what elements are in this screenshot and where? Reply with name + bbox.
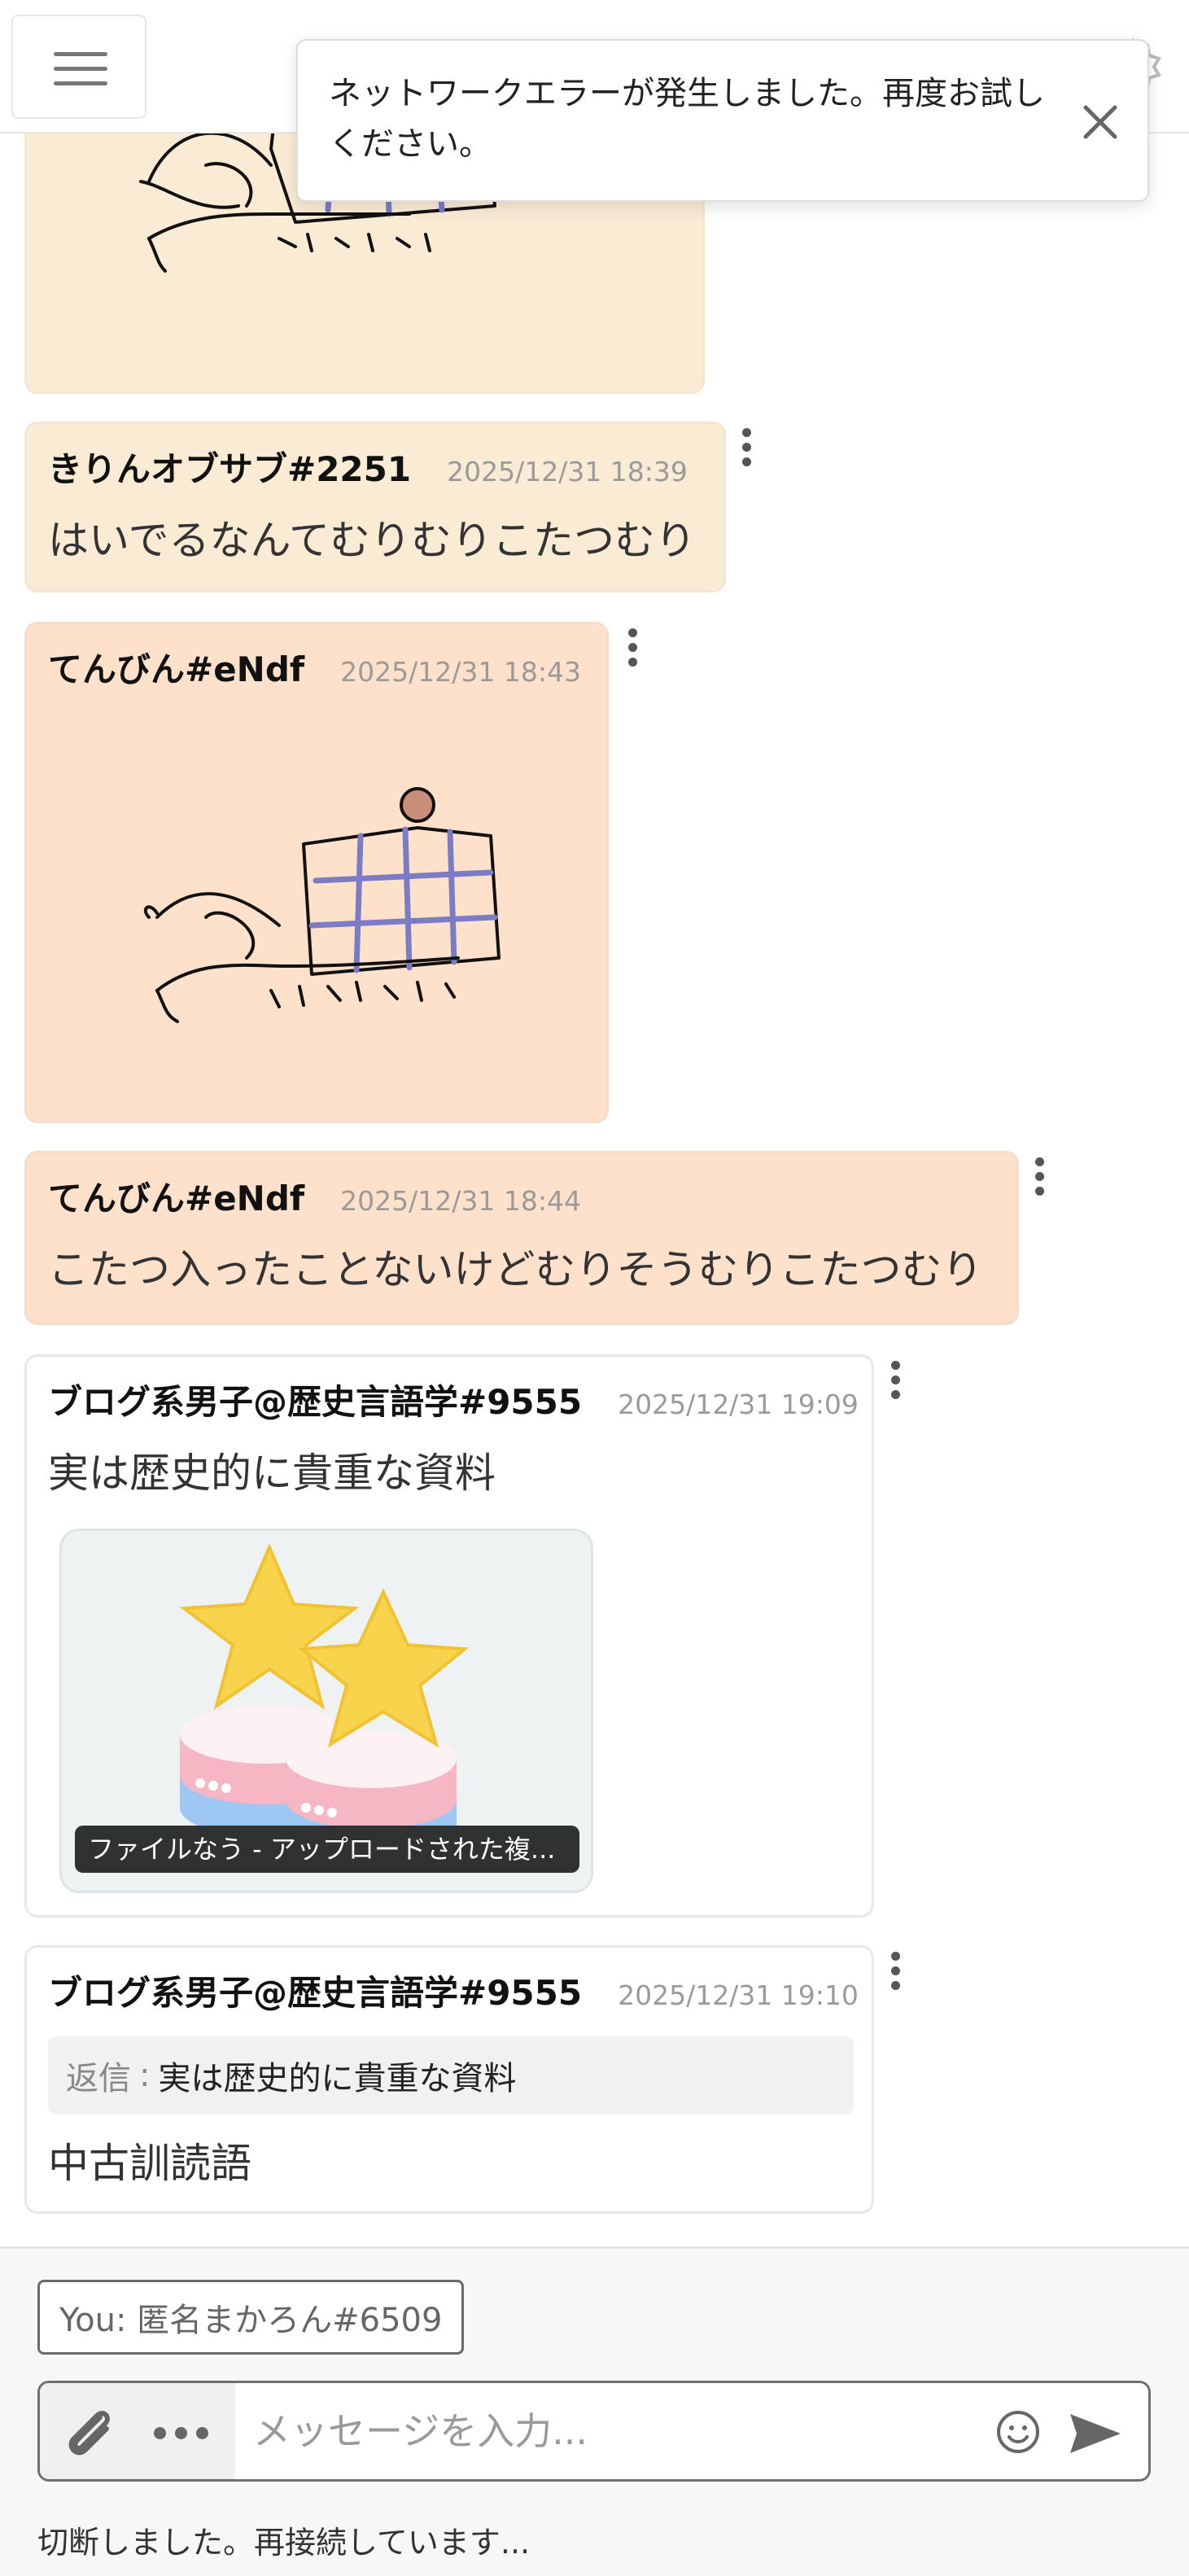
reply-label: 返信 — [66, 2060, 131, 2097]
message-text: 中古訓読語 — [48, 2140, 251, 2187]
message-more-icon[interactable] — [1027, 1152, 1051, 1201]
composer-actions — [40, 2383, 235, 2479]
message-composer — [37, 2381, 1151, 2482]
reply-quoted-text: 実は歴史的に貴重な資料 — [158, 2060, 517, 2097]
message-more-icon[interactable] — [620, 623, 645, 672]
message-author: ブログ系男子@歴史言語学#9555 — [48, 1382, 583, 1422]
kotatsu-drawing-image — [143, 787, 501, 1023]
toast-message: ネットワークエラーが発生しました。再度お試しください。 — [329, 75, 1045, 163]
current-user-badge[interactable]: You: 匿名まかろん#6509 — [37, 2280, 465, 2355]
message-item: てんびん#eNdf 2025/12/31 18:43 — [24, 622, 609, 1123]
message-more-icon[interactable] — [883, 1356, 907, 1405]
file-caption: ファイルなう - アップロードされた複... — [75, 1826, 579, 1873]
chat-message-list[interactable]: きりんオブサブ#2251 2025/12/31 18:39 はいでるなんてむりむ… — [0, 0, 1189, 2246]
message-input[interactable] — [253, 2383, 986, 2479]
paperclip-icon[interactable] — [59, 2403, 118, 2461]
message-more-icon[interactable] — [883, 1947, 907, 1996]
message-author: ブログ系男子@歴史言語学#9555 — [48, 1973, 583, 2013]
message-text: はいでるなんてむりむりこたつむり — [48, 517, 696, 564]
message-item: ブログ系男子@歴史言語学#9555 2025/12/31 19:10 返信 : … — [24, 1945, 874, 2214]
message-text: 実は歴史的に貴重な資料 — [48, 1450, 496, 1497]
message-item: きりんオブサブ#2251 2025/12/31 18:39 はいでるなんてむりむ… — [24, 422, 726, 593]
message-timestamp: 2025/12/31 18:43 — [340, 656, 581, 688]
message-timestamp: 2025/12/31 18:44 — [340, 1185, 581, 1217]
reply-separator: : — [139, 2057, 151, 2094]
close-icon[interactable] — [1078, 99, 1123, 145]
connection-status: 切断しました。再接続しています... — [37, 2525, 531, 2561]
message-timestamp: 2025/12/31 18:39 — [447, 456, 688, 488]
hamburger-menu-button[interactable] — [11, 15, 146, 119]
reply-quote[interactable]: 返信 : 実は歴史的に貴重な資料 — [48, 2036, 854, 2115]
more-horizontal-icon[interactable] — [152, 2419, 217, 2447]
message-author: てんびん#eNdf — [48, 649, 305, 689]
network-error-toast: ネットワークエラーが発生しました。再度お試しください。 — [296, 39, 1149, 202]
message-author: てんびん#eNdf — [48, 1179, 305, 1218]
message-author: きりんオブサブ#2251 — [48, 449, 412, 489]
file-attachment-card[interactable]: ファイルなう - アップロードされた複... — [59, 1529, 593, 1893]
send-icon[interactable] — [1067, 2409, 1124, 2458]
message-timestamp: 2025/12/31 19:10 — [618, 1979, 859, 2011]
composer-footer: You: 匿名まかろん#6509 切断しました。再接続しています... — [0, 2246, 1189, 2576]
message-item: てんびん#eNdf 2025/12/31 18:44 こたつ入ったことないけどむ… — [24, 1151, 1019, 1325]
message-text: こたつ入ったことないけどむりそうむりこたつむり — [48, 1246, 983, 1293]
message-item: ブログ系男子@歴史言語学#9555 2025/12/31 19:09 実は歴史的… — [24, 1354, 874, 1918]
smiley-icon[interactable] — [994, 2408, 1043, 2456]
message-timestamp: 2025/12/31 19:09 — [618, 1389, 859, 1420]
message-more-icon[interactable] — [734, 423, 758, 472]
